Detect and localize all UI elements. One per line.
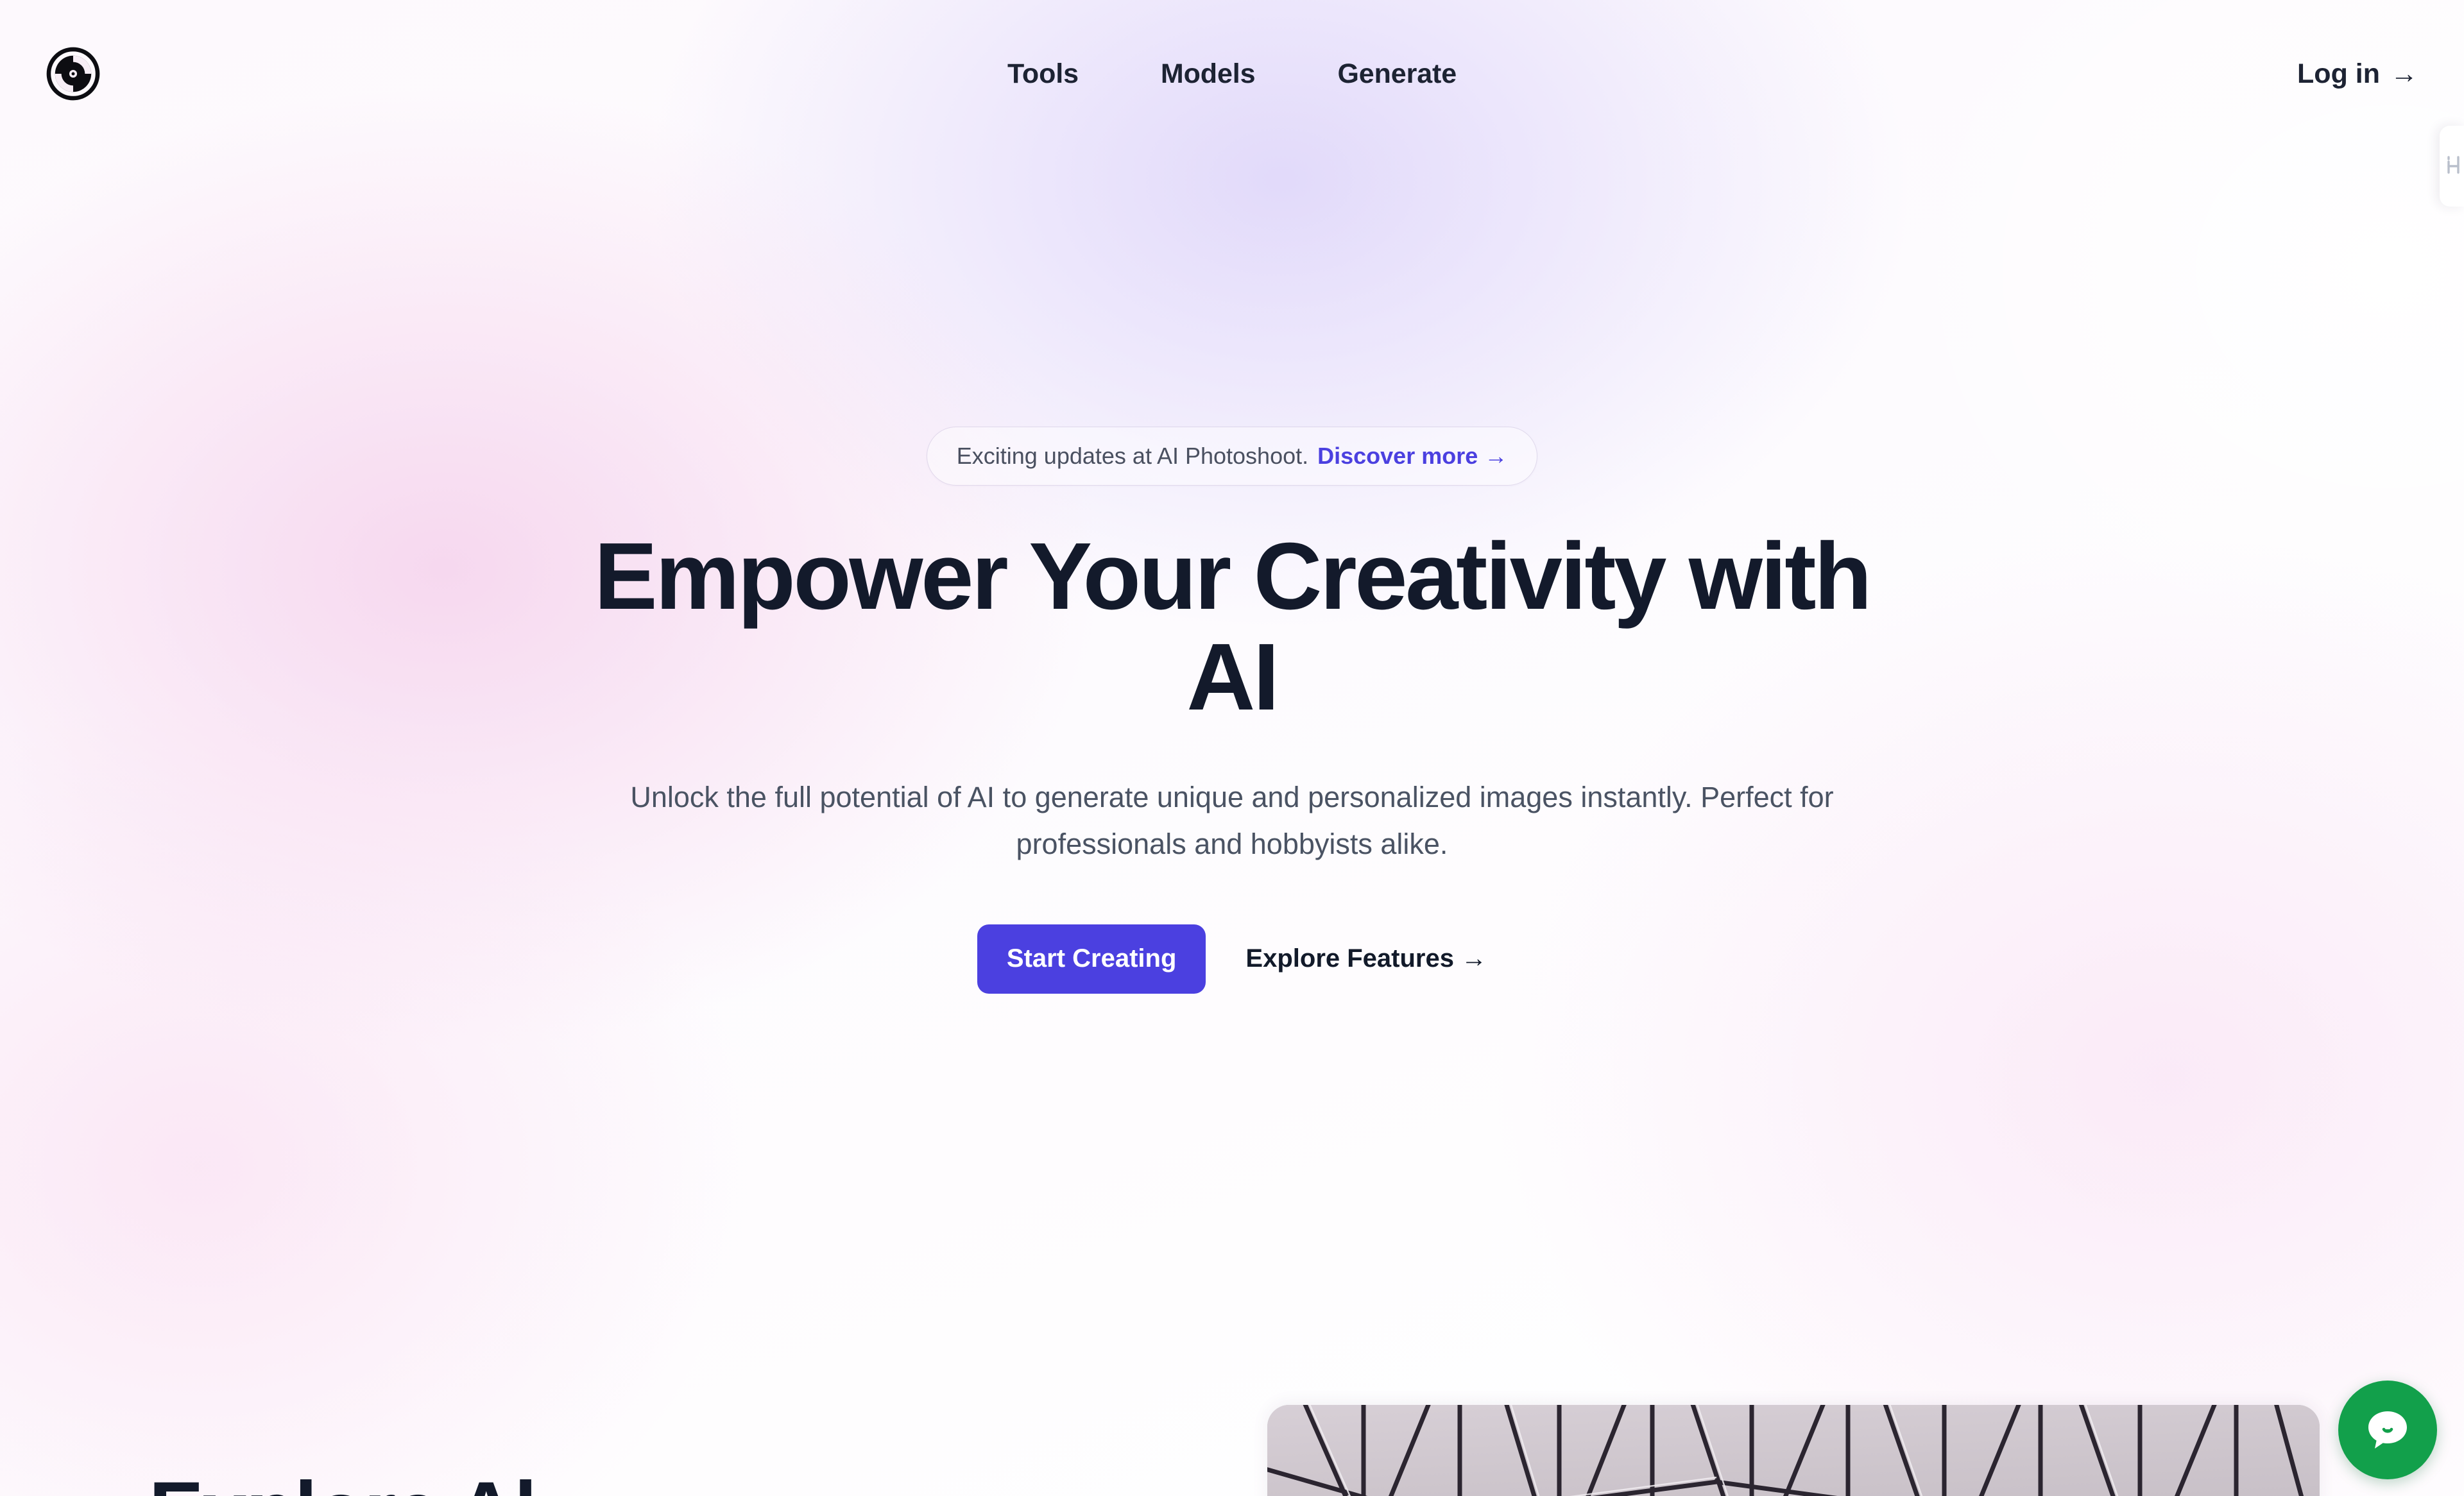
discover-more-link[interactable]: Discover more → — [1317, 443, 1507, 470]
nav-item-models[interactable]: Models — [1161, 58, 1256, 90]
hero-subtitle: Unlock the full potential of AI to gener… — [630, 780, 1834, 860]
login-label: Log in — [2297, 58, 2380, 89]
chat-bubble-smile-icon — [2361, 1402, 2415, 1458]
vinyl-record-logo-icon — [46, 47, 100, 101]
next-section-heading: Explore Al — [149, 1464, 537, 1496]
hero-section: Exciting updates at AI Photoshoot. Disco… — [0, 0, 2464, 994]
nav-item-generate[interactable]: Generate — [1337, 58, 1457, 90]
explore-features-link[interactable]: Explore Features → — [1245, 944, 1487, 973]
nav-item-tools[interactable]: Tools — [1007, 58, 1079, 90]
showcase-image-card[interactable] — [1267, 1405, 2320, 1496]
chat-widget-button[interactable] — [2338, 1381, 2437, 1479]
logo-link[interactable] — [46, 47, 100, 101]
announcement-banner[interactable]: Exciting updates at AI Photoshoot. Disco… — [926, 427, 1538, 486]
announcement-text: Exciting updates at AI Photoshoot. — [956, 443, 1309, 469]
geometric-lattice-architecture-photo — [1267, 1405, 2320, 1496]
login-link[interactable]: Log in → — [2297, 58, 2418, 90]
panel-handle-icon — [2440, 152, 2461, 181]
hero-title: Empower Your Creativity with AI — [594, 523, 1872, 730]
main-navigation: Tools Models Generate — [0, 58, 2464, 90]
arrow-right-icon: → — [2390, 58, 2418, 89]
start-creating-button[interactable]: Start Creating — [977, 924, 1206, 994]
side-panel-handle[interactable] — [2440, 126, 2464, 207]
hero-actions: Start Creating Explore Features → — [977, 924, 1487, 994]
site-header: Tools Models Generate Log in → — [0, 0, 2464, 148]
